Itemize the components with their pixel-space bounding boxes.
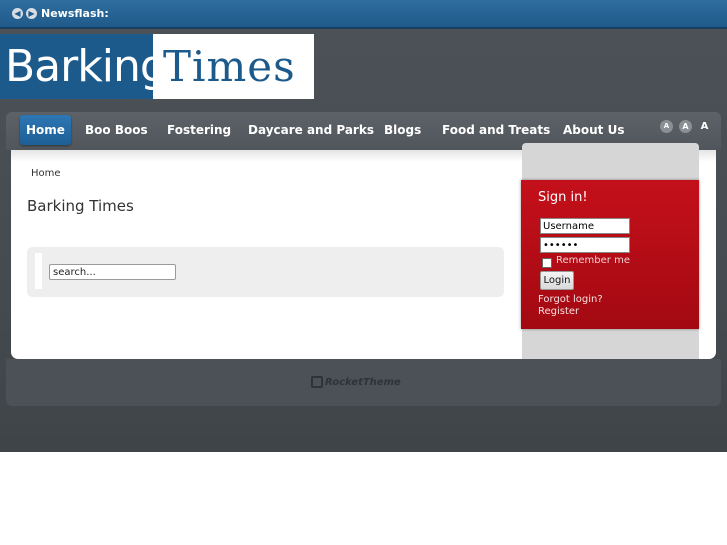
rockettheme-logo-text: RocketTheme <box>325 377 401 388</box>
logo-left-text: Barking <box>0 34 153 99</box>
search-module <box>27 247 504 297</box>
forgot-login-link[interactable]: Forgot login? <box>538 294 603 305</box>
login-module: Sign in! Remember me Login Forgot login?… <box>521 180 699 329</box>
username-field[interactable] <box>540 218 630 234</box>
password-field[interactable] <box>540 237 630 253</box>
nav-item-blogs[interactable]: Blogs <box>384 118 421 142</box>
search-module-stripe <box>35 253 42 289</box>
login-title: Sign in! <box>538 190 588 205</box>
rockettheme-mark-icon <box>311 376 323 388</box>
site-logo[interactable]: Barking Times <box>0 34 314 99</box>
logo-right-text: Times <box>153 34 314 99</box>
nav-item-home[interactable]: Home <box>20 115 71 145</box>
nav-item-boo-boos[interactable]: Boo Boos <box>85 118 148 142</box>
breadcrumb[interactable]: Home <box>31 168 61 179</box>
newsflash-label: Newsflash: <box>41 7 109 20</box>
search-input[interactable] <box>49 264 176 280</box>
remember-me-checkbox[interactable] <box>542 258 552 268</box>
nav-item-fostering[interactable]: Fostering <box>167 118 231 142</box>
rockettheme-logo[interactable]: RocketTheme <box>311 376 401 388</box>
chevron-left-icon[interactable]: ◀ <box>12 8 23 19</box>
login-button[interactable]: Login <box>540 271 574 290</box>
newsflash-bar: ◀ ▶ Newsflash: <box>0 0 727 29</box>
remember-me-label: Remember me <box>556 255 630 266</box>
nav-item-daycare-and-parks[interactable]: Daycare and Parks <box>248 118 374 142</box>
page-title: Barking Times <box>27 197 134 215</box>
register-link[interactable]: Register <box>538 306 579 317</box>
footer: RocketTheme <box>6 359 721 406</box>
font-size-small-button[interactable]: A <box>660 120 673 133</box>
font-size-large-button[interactable]: A <box>698 120 711 133</box>
chevron-right-icon[interactable]: ▶ <box>26 8 37 19</box>
nav-item-about-us[interactable]: About Us <box>563 118 624 142</box>
font-size-medium-button[interactable]: A <box>679 120 692 133</box>
nav-item-food-and-treats[interactable]: Food and Treats <box>442 118 550 142</box>
